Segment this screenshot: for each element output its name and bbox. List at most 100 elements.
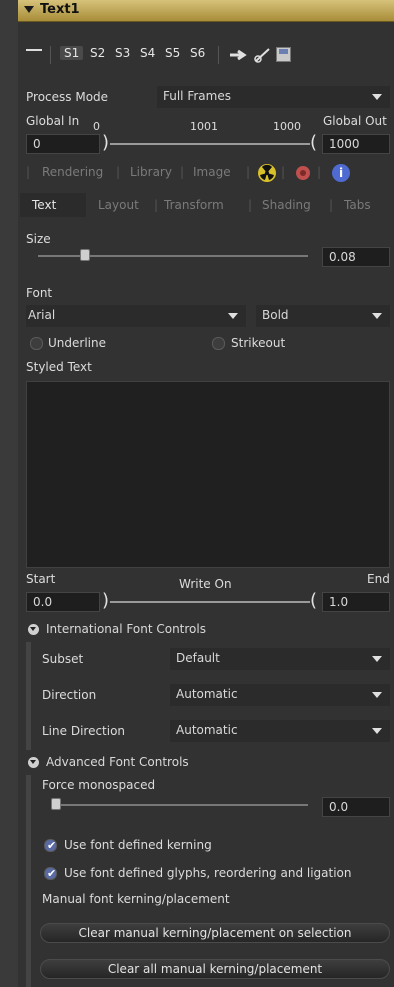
monospace-value: 0.0 [329,800,349,814]
global-in-label: Global In [26,114,80,128]
range-left-bracket[interactable]: ) [102,132,109,153]
global-range-slider[interactable] [110,143,310,145]
toolbar: S1 S2 S3 S4 S5 S6 [18,44,394,68]
font-style-value: Bold [262,308,289,322]
line-direction-dropdown[interactable]: Automatic [170,720,390,742]
tab-transform[interactable]: Transform [164,198,224,212]
slot-s5[interactable]: S5 [165,46,180,60]
arrow-icon[interactable] [228,48,250,65]
clear-selection-button[interactable]: Clear manual kerning/placement on select… [40,923,390,943]
direction-value: Automatic [176,687,238,701]
slot-s4[interactable]: S4 [140,46,155,60]
force-monospaced-label: Force monospaced [42,778,156,792]
monospace-slider-knob[interactable] [51,798,61,810]
underline-checkbox[interactable] [30,337,43,350]
chevron-down-icon [372,313,382,319]
left-strip [0,0,18,987]
tab-layout[interactable]: Layout [98,198,139,212]
clear-all-button[interactable]: Clear all manual kerning/placement [40,959,390,979]
international-font-controls-header[interactable]: International Font Controls [18,619,394,641]
range-tick-end: 1000 [273,120,301,133]
tab-image[interactable]: Image [193,165,231,179]
tab-tabs[interactable]: Tabs [344,198,371,212]
chevron-down-icon [372,656,382,662]
direction-label: Direction [42,688,97,702]
styled-text-input[interactable] [26,381,390,568]
process-mode-label: Process Mode [26,90,109,104]
write-on-start-field[interactable]: 0.0 [26,592,100,612]
global-out-field[interactable]: 1000 [322,134,390,154]
collapse-triangle-icon[interactable] [24,6,34,13]
write-on-start-label: Start [26,572,56,586]
tab-text[interactable]: Text [32,198,56,212]
line-direction-label: Line Direction [42,724,126,738]
font-family-dropdown[interactable]: Arial [26,305,246,327]
write-on-label: Write On [179,577,232,591]
glyphs-label: Use font defined glyphs, reordering and … [64,866,352,880]
underline-label: Underline [48,336,106,350]
write-on-slider[interactable] [110,601,310,603]
line-direction-value: Automatic [176,723,238,737]
glyphs-checkbox[interactable]: ✔ [44,867,57,880]
subset-value: Default [176,651,220,665]
collapse-icon[interactable] [28,624,39,635]
monospace-field[interactable]: 0.0 [322,797,390,817]
size-field[interactable]: 0.08 [322,247,390,267]
global-out-label: Global Out [323,114,387,128]
toolbar-divider [218,46,219,64]
check-icon: ✔ [47,867,57,880]
radiation-icon[interactable] [258,164,276,182]
size-slider-track[interactable] [38,255,308,257]
indent-bar [26,642,31,750]
tab-shading[interactable]: Shading [262,198,311,212]
font-family-value: Arial [28,308,56,322]
font-style-dropdown[interactable]: Bold [256,305,390,327]
collapse-icon[interactable] [28,757,39,768]
tab-library[interactable]: Library [130,165,172,179]
range-tick-mid: 1001 [190,120,218,133]
monospace-slider-track[interactable] [56,804,308,806]
tool-header[interactable]: Text1 [18,0,394,22]
size-value: 0.08 [329,250,356,264]
tool-title: Text1 [40,2,80,17]
gear-icon[interactable] [294,164,312,185]
global-out-value: 1000 [329,137,360,151]
advanced-font-controls-header[interactable]: Advanced Font Controls [18,752,394,774]
direction-dropdown[interactable]: Automatic [170,684,390,706]
write-on-right-bracket[interactable]: ( [310,590,317,611]
subset-label: Subset [42,652,84,666]
write-on-end-field[interactable]: 1.0 [322,592,390,612]
write-on-left-bracket[interactable]: ) [102,590,109,611]
pick-icon[interactable] [254,47,272,66]
save-icon[interactable] [276,47,291,62]
range-tick-start: 0 [93,120,100,133]
slot-s1[interactable]: S1 [60,46,84,60]
info-icon[interactable]: i [332,164,350,182]
kerning-checkbox[interactable]: ✔ [44,839,57,852]
global-in-value: 0 [33,137,41,151]
strikeout-checkbox[interactable] [212,337,225,350]
international-title: International Font Controls [46,622,206,636]
write-on-start-value: 0.0 [33,595,53,609]
size-label: Size [26,232,51,246]
chevron-down-icon [228,313,238,319]
advanced-title: Advanced Font Controls [46,755,189,769]
styled-text-label: Styled Text [26,360,92,374]
slot-s3[interactable]: S3 [115,46,130,60]
chevron-down-icon [372,94,382,100]
global-in-field[interactable]: 0 [26,134,100,154]
process-mode-value: Full Frames [163,89,231,103]
slot-s6[interactable]: S6 [190,46,205,60]
pin-icon[interactable] [26,49,42,51]
subset-dropdown[interactable]: Default [170,648,390,670]
strikeout-label: Strikeout [231,336,286,350]
font-label: Font [26,286,53,300]
tab-rendering[interactable]: Rendering [42,165,103,179]
process-mode-dropdown[interactable]: Full Frames [157,86,390,108]
chevron-down-icon [372,692,382,698]
size-slider-knob[interactable] [80,249,90,261]
write-on-end-value: 1.0 [329,595,349,609]
slot-s2[interactable]: S2 [90,46,105,60]
check-icon: ✔ [47,839,57,852]
range-right-bracket[interactable]: ( [310,132,317,153]
